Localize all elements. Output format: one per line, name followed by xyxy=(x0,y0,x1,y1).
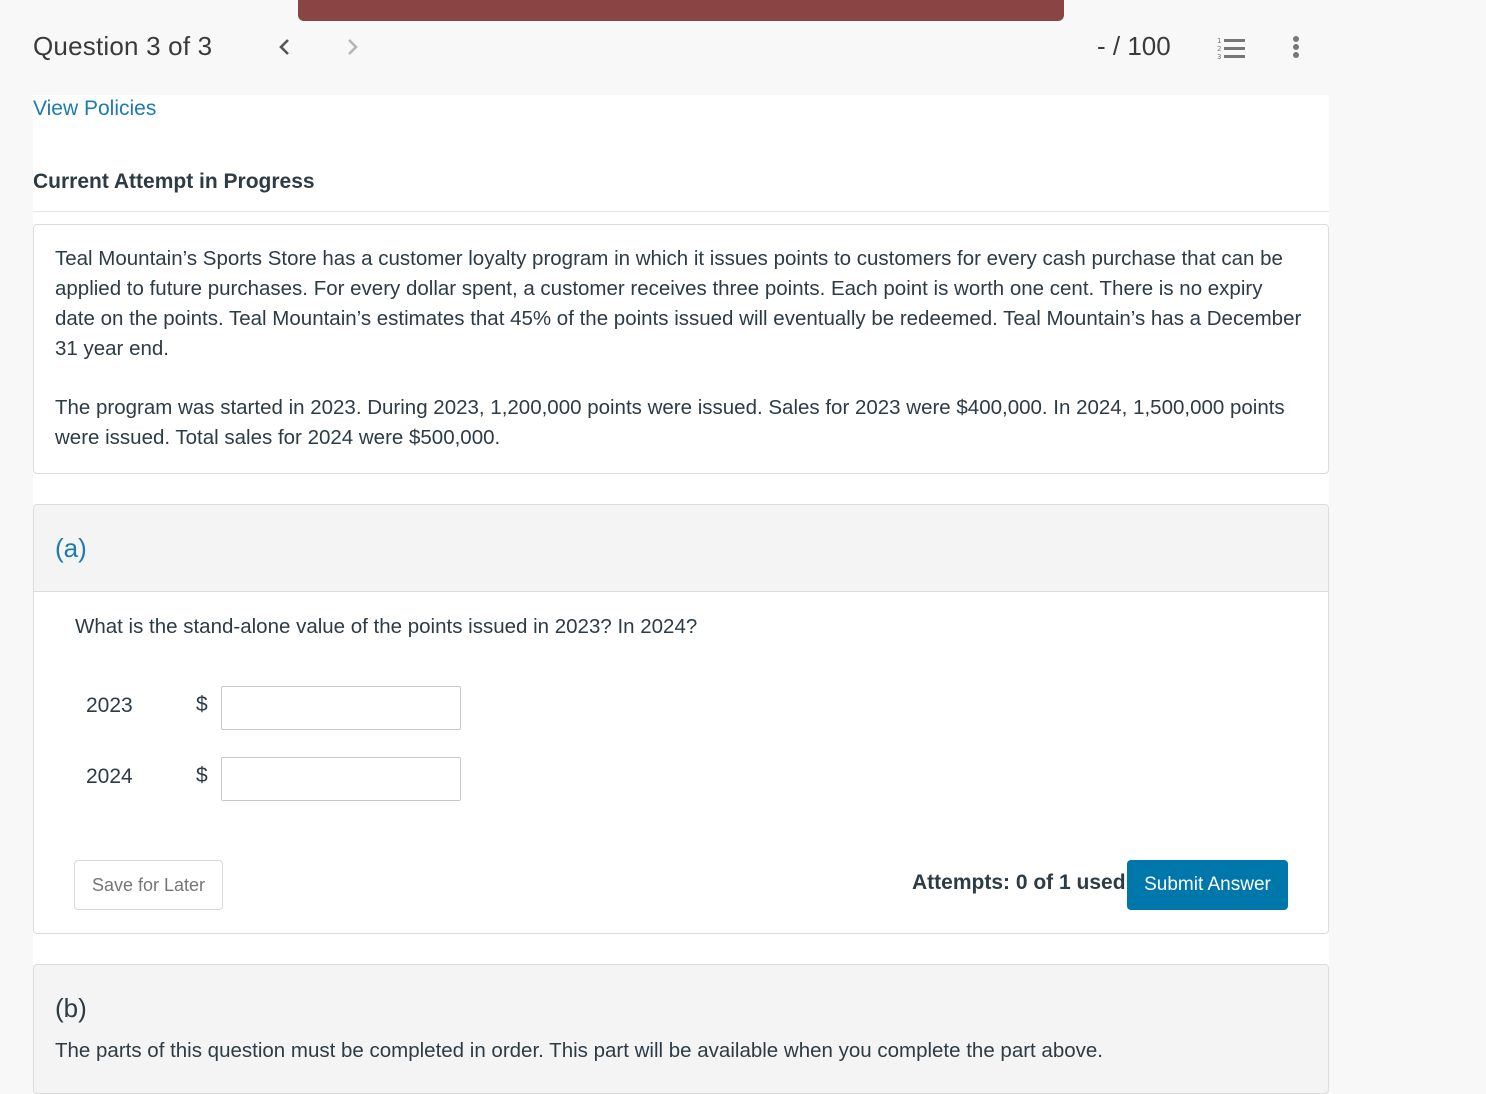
attempt-status-heading: Current Attempt in Progress xyxy=(33,170,315,193)
part-a-header: (a) xyxy=(34,505,1328,592)
part-a-question: What is the stand-alone value of the poi… xyxy=(75,615,698,638)
chevron-right-icon xyxy=(348,39,358,55)
answer-input-2023[interactable] xyxy=(221,686,461,730)
part-b-label: (b) xyxy=(55,993,87,1023)
svg-text:2: 2 xyxy=(1217,45,1221,53)
next-question-button[interactable] xyxy=(341,34,365,60)
view-policies-link[interactable]: View Policies xyxy=(33,97,156,121)
problem-statement: Teal Mountain’s Sports Store has a custo… xyxy=(33,224,1329,474)
question-header: Question 3 of 3 - / 100 1 2 3 xyxy=(0,0,1486,95)
part-a-panel: (a) What is the stand-alone value of the… xyxy=(33,504,1329,934)
currency-symbol: $ xyxy=(196,764,208,787)
numbered-list-icon: 1 2 3 xyxy=(1217,37,1245,61)
svg-text:1: 1 xyxy=(1217,37,1221,45)
score-display: - / 100 xyxy=(1097,31,1171,61)
question-list-button[interactable]: 1 2 3 xyxy=(1217,36,1247,61)
answer-input-2024[interactable] xyxy=(221,757,461,801)
attempts-counter: Attempts: 0 of 1 used xyxy=(912,871,1126,894)
problem-paragraph: Teal Mountain’s Sports Store has a custo… xyxy=(55,247,1302,360)
part-a-label: (a) xyxy=(55,533,87,563)
question-counter: Question 3 of 3 xyxy=(33,31,213,61)
problem-paragraph: The program was started in 2023. During … xyxy=(55,396,1285,449)
answer-row-2024: 2024 $ xyxy=(86,757,486,801)
save-for-later-button[interactable]: Save for Later xyxy=(74,860,223,910)
submit-answer-button[interactable]: Submit Answer xyxy=(1127,860,1288,910)
previous-question-button[interactable] xyxy=(272,34,296,60)
svg-text:3: 3 xyxy=(1217,53,1221,60)
question-content: View Policies Current Attempt in Progres… xyxy=(33,95,1329,1094)
part-b-locked-note: The parts of this question must be compl… xyxy=(55,1039,1103,1062)
answer-row-2023: 2023 $ xyxy=(86,686,486,730)
answer-year-label: 2023 xyxy=(86,694,133,717)
currency-symbol: $ xyxy=(196,693,208,716)
part-b-panel: (b) The parts of this question must be c… xyxy=(33,964,1329,1094)
answer-year-label: 2024 xyxy=(86,765,133,788)
divider xyxy=(33,211,1329,212)
chevron-left-icon xyxy=(279,39,289,55)
more-vertical-icon xyxy=(1293,36,1299,58)
more-options-button[interactable] xyxy=(1287,34,1305,62)
